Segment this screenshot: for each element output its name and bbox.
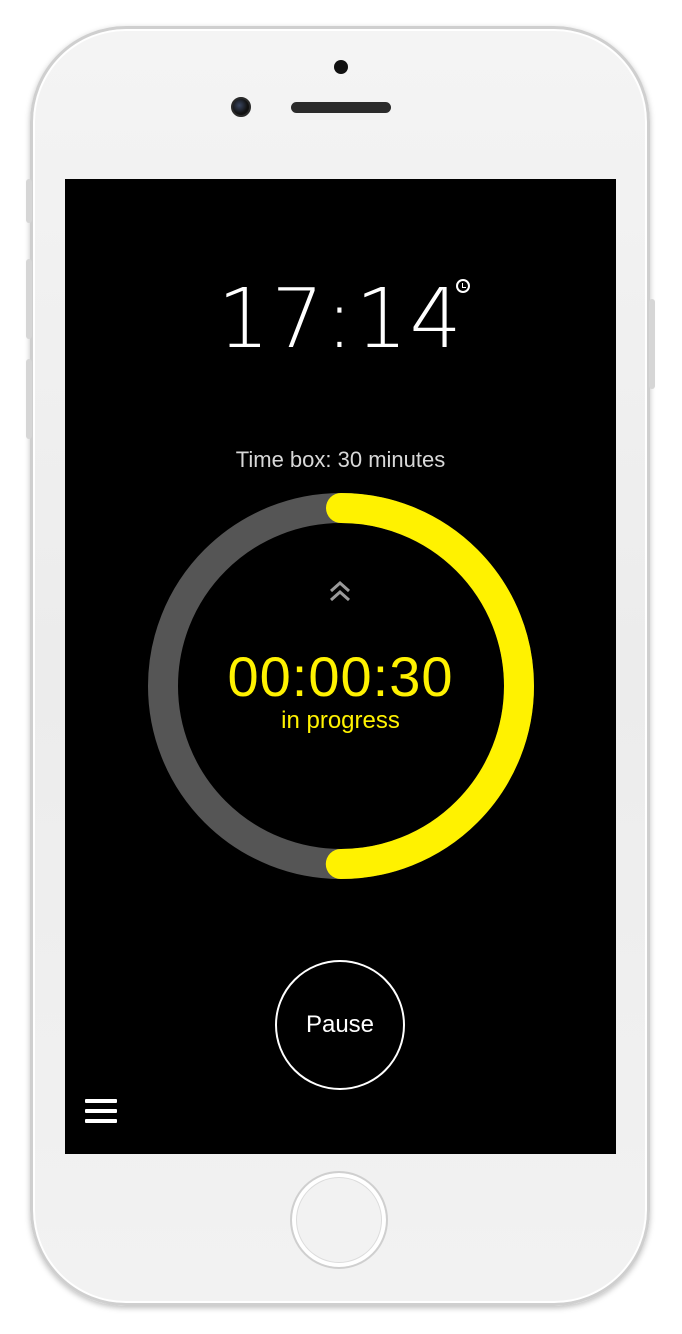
double-chevron-up-icon[interactable] [327,579,353,605]
alarm-clock-icon [456,279,470,293]
front-camera [231,97,251,117]
elapsed-time: 00:00:30 [227,645,454,708]
timer-status: in progress [281,707,400,734]
earpiece-speaker [291,102,391,113]
volume-up-button [26,259,32,339]
power-button [649,299,655,389]
screen: 17:14 Time box: 30 minutes 00:00:30 in p… [65,179,616,1154]
clock-time: 17:14 [217,272,464,367]
pause-button[interactable]: Pause [275,960,405,1090]
home-button[interactable] [290,1171,388,1269]
hamburger-menu-icon[interactable] [85,1099,117,1125]
mute-switch [26,179,32,223]
proximity-sensor [334,60,348,74]
timebox-label: Time box: 30 minutes [235,447,446,472]
volume-down-button [26,359,32,439]
